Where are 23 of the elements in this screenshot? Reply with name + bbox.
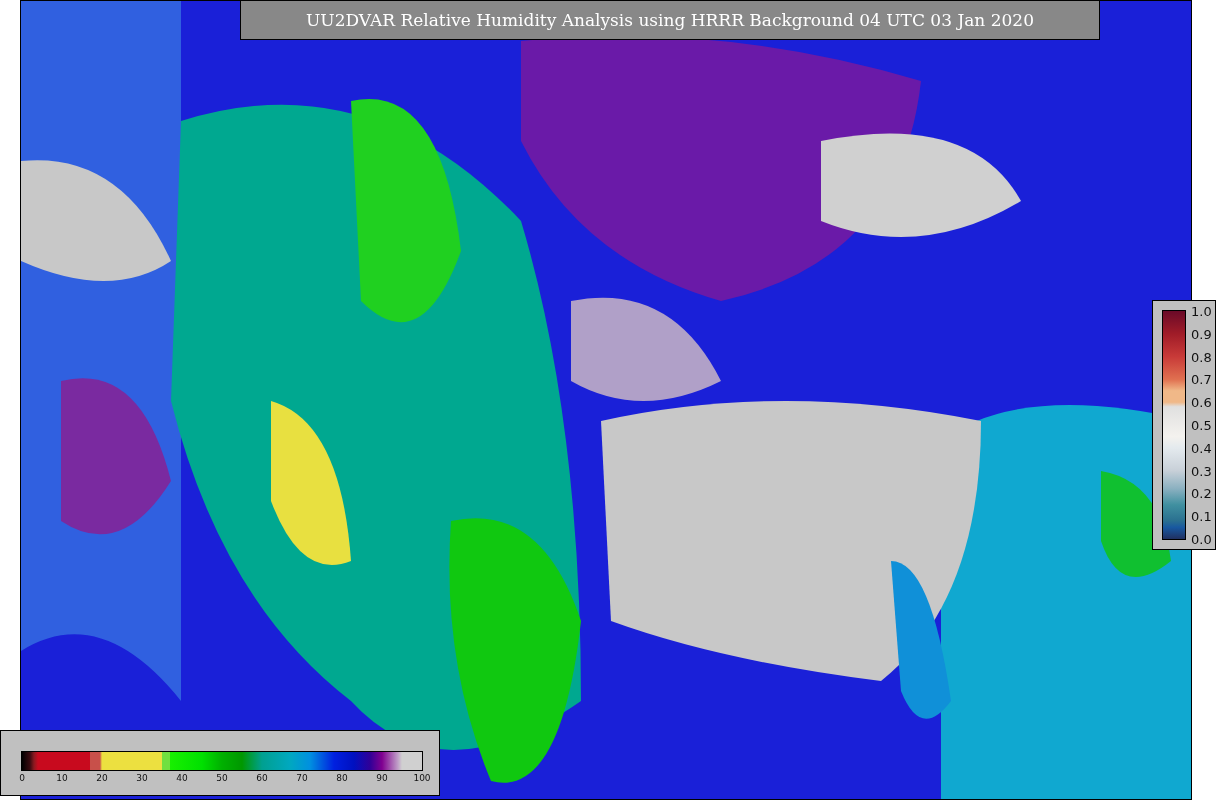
tick-label: 100 <box>413 773 431 783</box>
tick-label: 30 <box>136 773 148 783</box>
tick-label: 50 <box>216 773 228 783</box>
tick-label: 0.7 <box>1191 371 1212 387</box>
tick-label: 0.0 <box>1191 531 1212 547</box>
tick-label: 0.3 <box>1191 463 1212 479</box>
tick-label: 0.9 <box>1191 326 1212 342</box>
tick-label: 1.0 <box>1191 303 1212 319</box>
tick-label: 0.4 <box>1191 440 1212 456</box>
tick-label: 0 <box>19 773 25 783</box>
tick-label: 10 <box>56 773 68 783</box>
tick-label: 0.6 <box>1191 394 1212 410</box>
tick-label: 90 <box>376 773 388 783</box>
tick-label: 0.1 <box>1191 508 1212 524</box>
tick-label: 70 <box>296 773 308 783</box>
tick-label: 40 <box>176 773 188 783</box>
tick-label: 60 <box>256 773 268 783</box>
tick-label: 0.2 <box>1191 485 1212 501</box>
tick-label: 0.5 <box>1191 417 1212 433</box>
tick-label: 20 <box>96 773 108 783</box>
chart-title: UU2DVAR Relative Humidity Analysis using HRRR Background 04 UTC 03 Jan 2020 <box>240 0 1100 40</box>
tick-label: 80 <box>336 773 348 783</box>
tick-label: 0.8 <box>1191 349 1212 365</box>
